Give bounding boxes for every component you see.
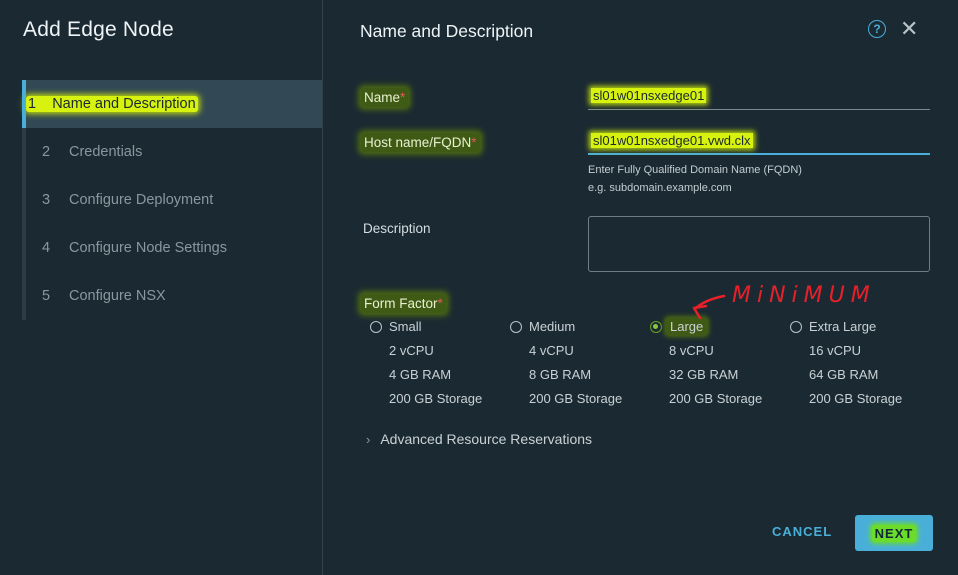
step-number: 2 bbox=[42, 144, 51, 160]
description-textarea[interactable] bbox=[588, 216, 930, 272]
arrow-icon bbox=[692, 294, 726, 320]
form-factor-ram: 8 GB RAM bbox=[529, 367, 592, 382]
form-factor-storage: 200 GB Storage bbox=[389, 391, 483, 406]
step-label: Name and Description bbox=[52, 96, 196, 112]
chevron-right-icon: › bbox=[366, 431, 371, 447]
form-factor-label-text: Form Factor bbox=[364, 296, 438, 311]
form-factor-storage: 200 GB Storage bbox=[809, 391, 903, 406]
form-factor-storage: 200 GB Storage bbox=[529, 391, 623, 406]
required-mark: * bbox=[400, 90, 406, 105]
handwritten-annotation: MiNiMUM bbox=[692, 283, 876, 320]
form-factor-ram: 4 GB RAM bbox=[389, 367, 452, 382]
wizard-sidebar: Add Edge Node 1 Name and Description 2 C… bbox=[0, 0, 323, 575]
form-factor-cpu: 4 vCPU bbox=[529, 343, 574, 358]
form-factor-name: Small bbox=[389, 319, 422, 334]
host-input[interactable]: sl01w01nsxedge01.vwd.clx bbox=[588, 129, 930, 155]
help-icon[interactable]: ? bbox=[868, 20, 886, 38]
host-input-value: sl01w01nsxedge01.vwd.clx bbox=[591, 133, 753, 148]
step-configure-deployment[interactable]: 3 Configure Deployment bbox=[26, 176, 322, 224]
host-label: Host name/FQDN* bbox=[361, 133, 480, 152]
form-factor-storage: 200 GB Storage bbox=[669, 391, 763, 406]
step-configure-nsx[interactable]: 5 Configure NSX bbox=[26, 272, 322, 320]
page-title: Name and Description bbox=[360, 21, 534, 41]
next-button[interactable]: NEXT bbox=[855, 515, 933, 551]
step-configure-node-settings[interactable]: 4 Configure Node Settings bbox=[26, 224, 322, 272]
cancel-button[interactable]: CANCEL bbox=[772, 524, 832, 539]
form-factor-name: Medium bbox=[529, 319, 576, 334]
form-factor-ram: 64 GB RAM bbox=[809, 367, 879, 382]
description-label: Description bbox=[363, 221, 431, 236]
radio-small[interactable] bbox=[370, 321, 382, 333]
radio-large-selected[interactable] bbox=[650, 321, 662, 333]
form-factor-ram: 32 GB RAM bbox=[669, 367, 739, 382]
step-number: 3 bbox=[42, 192, 51, 208]
form-factor-cpu: 8 vCPU bbox=[669, 343, 714, 358]
host-hint: Enter Fully Qualified Domain Name (FQDN) bbox=[588, 164, 802, 176]
advanced-reservations-toggle[interactable]: › Advanced Resource Reservations bbox=[366, 431, 592, 447]
name-label: Name* bbox=[361, 88, 409, 107]
step-credentials[interactable]: 2 Credentials bbox=[26, 128, 322, 176]
form-factor-cpu: 2 vCPU bbox=[389, 343, 434, 358]
step-name-and-description[interactable]: 1 Name and Description bbox=[22, 80, 322, 128]
step-label: Configure Deployment bbox=[69, 192, 214, 208]
step-number: 5 bbox=[42, 288, 51, 304]
annotation-text: MiNiMUM bbox=[732, 283, 876, 308]
step-highlight: 1 Name and Description bbox=[26, 96, 198, 112]
close-icon[interactable]: ✕ bbox=[900, 16, 918, 42]
form-factor-cpu: 16 vCPU bbox=[809, 343, 862, 358]
host-label-text: Host name/FQDN bbox=[364, 135, 472, 150]
radio-medium[interactable] bbox=[510, 321, 522, 333]
advanced-reservations-label: Advanced Resource Reservations bbox=[380, 431, 593, 447]
wizard-title: Add Edge Node bbox=[23, 18, 174, 41]
required-mark: * bbox=[437, 296, 443, 311]
name-label-text: Name bbox=[364, 90, 401, 105]
name-input[interactable]: sl01w01nsxedge01 bbox=[588, 84, 930, 110]
required-mark: * bbox=[471, 135, 477, 150]
form-factor-label: Form Factor* bbox=[361, 294, 446, 313]
step-number: 4 bbox=[42, 240, 51, 256]
step-number: 1 bbox=[28, 96, 37, 112]
wizard-steps: 1 Name and Description 2 Credentials 3 C… bbox=[22, 80, 322, 320]
name-input-value: sl01w01nsxedge01 bbox=[591, 88, 707, 103]
step-label: Configure Node Settings bbox=[69, 240, 227, 256]
step-label: Configure NSX bbox=[69, 288, 166, 304]
next-button-label: NEXT bbox=[871, 524, 917, 542]
step-label: Credentials bbox=[69, 144, 143, 160]
wizard-content: Name and Description ? ✕ Name* sl01w01ns… bbox=[324, 0, 958, 575]
host-example: e.g. subdomain.example.com bbox=[588, 182, 732, 194]
